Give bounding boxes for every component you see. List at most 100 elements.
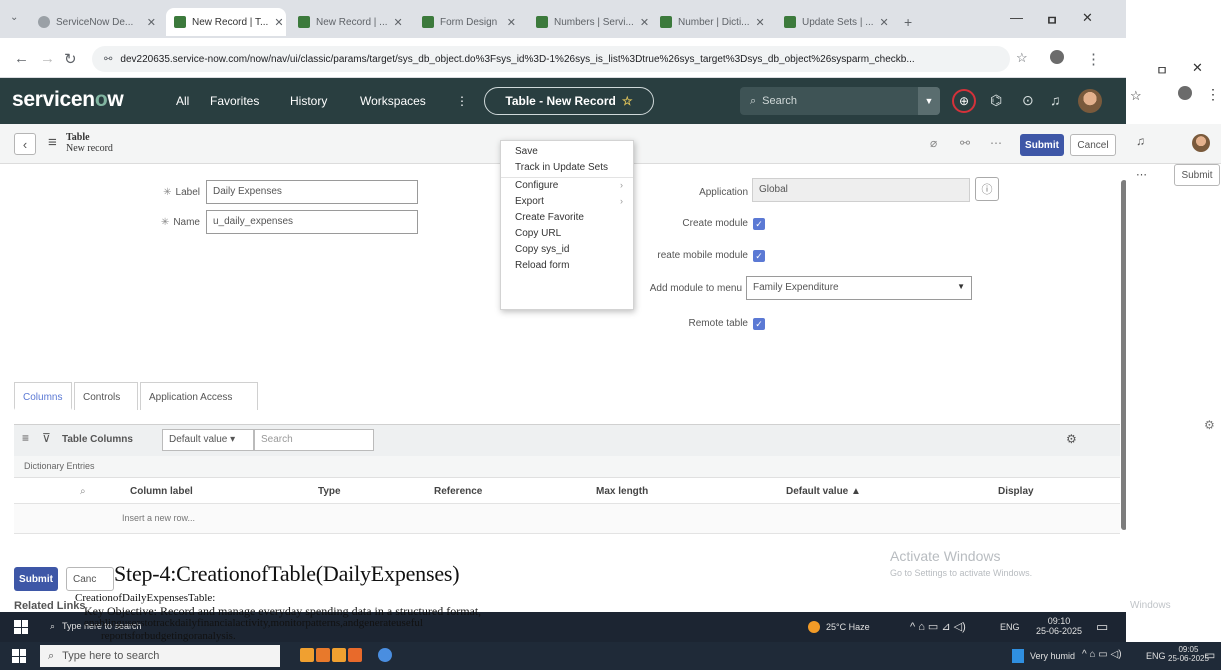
- list-search-input[interactable]: Search: [254, 429, 374, 451]
- dictionary-breadcrumb[interactable]: Dictionary Entries: [14, 456, 1120, 478]
- taskbar-app-icon[interactable]: [348, 648, 362, 662]
- ctx-track-update-sets[interactable]: Track in Update Sets: [501, 160, 633, 178]
- list-menu-icon[interactable]: ≡: [22, 431, 29, 445]
- weather-icon[interactable]: [1012, 649, 1024, 663]
- ctx-copy-sys-id[interactable]: Copy sys_id: [501, 242, 633, 258]
- restore-icon[interactable]: ㅁ: [1156, 60, 1168, 79]
- list-settings-gear-icon[interactable]: ⚙: [1066, 432, 1077, 446]
- column-header[interactable]: Column label: [130, 486, 193, 497]
- ctx-create-favorite[interactable]: Create Favorite: [501, 210, 633, 226]
- tab-search-icon[interactable]: ⌄: [10, 12, 18, 23]
- close-tab-icon[interactable]: ✕: [756, 16, 765, 29]
- ctx-export[interactable]: Export ›: [501, 194, 633, 210]
- info-icon[interactable]: ⓘ: [975, 177, 999, 201]
- close-tab-icon[interactable]: ✕: [274, 16, 283, 29]
- bookmark-star-icon[interactable]: ☆: [1130, 88, 1142, 104]
- system-tray-icons[interactable]: ^ ⌂ ▭ ⊿ ◁): [910, 620, 966, 633]
- column-header[interactable]: Display: [998, 486, 1034, 497]
- more-menu-icon[interactable]: ⋮: [456, 94, 468, 108]
- column-header[interactable]: Type: [318, 486, 341, 497]
- create-mobile-module-checkbox[interactable]: ✓: [753, 250, 765, 262]
- close-tab-icon[interactable]: ✕: [880, 16, 889, 29]
- close-tab-icon[interactable]: ✕: [507, 16, 516, 29]
- menu-history[interactable]: History: [290, 94, 327, 108]
- system-tray-icons[interactable]: ^ ⌂ ▭ ◁): [1082, 649, 1122, 660]
- remote-table-checkbox[interactable]: ✓: [753, 318, 765, 330]
- close-tab-icon[interactable]: ✕: [147, 16, 156, 29]
- favorite-star-icon[interactable]: ☆: [622, 94, 633, 108]
- profile-icon[interactable]: [1050, 50, 1064, 64]
- background-submit-button[interactable]: Submit: [1174, 164, 1220, 186]
- back-arrow-icon[interactable]: ←: [14, 50, 29, 67]
- taskbar-app-icon[interactable]: [316, 648, 330, 662]
- global-search-input[interactable]: ⌕ Search ▼: [740, 87, 940, 115]
- weather-icon[interactable]: [808, 621, 820, 633]
- close-tab-icon[interactable]: ✕: [394, 16, 403, 29]
- browser-tab-5[interactable]: Numbers | Servi... ✕: [528, 8, 648, 36]
- tab-controls[interactable]: Controls: [74, 382, 138, 410]
- notification-center-icon[interactable]: ▭: [1096, 619, 1108, 635]
- attachment-icon[interactable]: ⌀: [930, 136, 937, 150]
- weather-text[interactable]: 25°C Haze: [826, 622, 870, 632]
- outer-language-indicator[interactable]: ENG: [1146, 651, 1166, 661]
- column-header[interactable]: Reference: [434, 486, 482, 497]
- insert-row[interactable]: Insert a new row...: [14, 504, 1120, 534]
- search-scope-dropdown-icon[interactable]: ▼: [918, 87, 940, 115]
- site-info-icon[interactable]: ⚯: [104, 54, 112, 65]
- outer-search-box[interactable]: ⌕ Type here to search: [40, 645, 280, 667]
- ctx-save[interactable]: Save: [501, 144, 633, 160]
- cancel-bottom-button[interactable]: Canc: [66, 567, 114, 591]
- back-button[interactable]: ‹: [14, 133, 36, 155]
- restore-icon[interactable]: ㅁ: [1046, 10, 1058, 29]
- tab-columns[interactable]: Columns: [14, 382, 72, 410]
- minimize-icon[interactable]: —: [1010, 10, 1023, 25]
- browser-tab-3[interactable]: New Record | ... ✕: [290, 8, 410, 36]
- browser-menu-icon[interactable]: ⋮: [1086, 50, 1101, 68]
- cancel-button[interactable]: Cancel: [1070, 134, 1116, 156]
- user-avatar[interactable]: [1078, 89, 1102, 113]
- browser-tab-7[interactable]: Update Sets | ... ✕: [776, 8, 896, 36]
- outer-weather-text[interactable]: Very humid: [1030, 651, 1075, 661]
- chat-icon[interactable]: ⌬: [990, 92, 1002, 109]
- outer-clock[interactable]: 09:05 25-06-2025: [1168, 645, 1209, 663]
- outer-notification-icon[interactable]: ▭: [1204, 648, 1215, 662]
- context-title-pill[interactable]: Table - New Record ☆: [484, 87, 654, 115]
- bookmark-star-icon[interactable]: ☆: [1016, 50, 1028, 66]
- submit-button[interactable]: Submit: [1020, 134, 1064, 156]
- forward-arrow-icon[interactable]: →: [40, 50, 55, 67]
- language-indicator[interactable]: ENG: [1000, 622, 1020, 632]
- close-tab-icon[interactable]: ✕: [640, 16, 648, 29]
- help-icon[interactable]: ⊙: [1022, 92, 1034, 109]
- menu-workspaces[interactable]: Workspaces: [360, 94, 426, 108]
- clock[interactable]: 09:10 25-06-2025: [1036, 616, 1082, 636]
- browser-tab-4[interactable]: Form Design ✕: [414, 8, 524, 36]
- menu-favorites[interactable]: Favorites: [210, 94, 259, 108]
- servicenow-logo[interactable]: servicenow: [12, 88, 124, 112]
- taskbar-search-icon[interactable]: ⌕: [50, 621, 55, 632]
- taskbar-app-icon[interactable]: [300, 648, 314, 662]
- close-window-icon[interactable]: ✕: [1192, 60, 1203, 76]
- ctx-reload-form[interactable]: Reload form: [501, 258, 633, 274]
- tab-application-access[interactable]: Application Access: [140, 382, 258, 410]
- background-settings-icon[interactable]: ⚙: [1204, 418, 1215, 432]
- search-field-select[interactable]: Default value ▾: [162, 429, 254, 451]
- new-tab-icon[interactable]: +: [904, 14, 912, 30]
- chrome-taskbar-icon[interactable]: [378, 648, 392, 662]
- notifications-bell-icon[interactable]: ♫: [1050, 92, 1061, 108]
- taskbar-app-icon[interactable]: [332, 648, 346, 662]
- windows-start-icon[interactable]: [14, 620, 28, 634]
- url-field[interactable]: ⚯ dev220635.service-now.com/now/nav/ui/c…: [92, 46, 1010, 72]
- browser-tab-2[interactable]: New Record | T... ✕: [166, 8, 286, 36]
- menu-all[interactable]: All: [176, 94, 189, 108]
- create-module-checkbox[interactable]: ✓: [753, 218, 765, 230]
- ctx-copy-url[interactable]: Copy URL: [501, 226, 633, 242]
- submit-bottom-button[interactable]: Submit: [14, 567, 58, 591]
- windows-start-icon[interactable]: [12, 649, 26, 663]
- scope-globe-icon[interactable]: ⊕: [952, 89, 976, 113]
- profile-icon[interactable]: [1178, 86, 1192, 100]
- name-input[interactable]: u_daily_expenses: [206, 210, 418, 234]
- column-header[interactable]: Max length: [596, 486, 648, 497]
- browser-menu-icon[interactable]: ⋮: [1206, 86, 1220, 103]
- label-input[interactable]: Daily Expenses: [206, 180, 418, 204]
- browser-tab-6[interactable]: Number | Dicti... ✕: [652, 8, 772, 36]
